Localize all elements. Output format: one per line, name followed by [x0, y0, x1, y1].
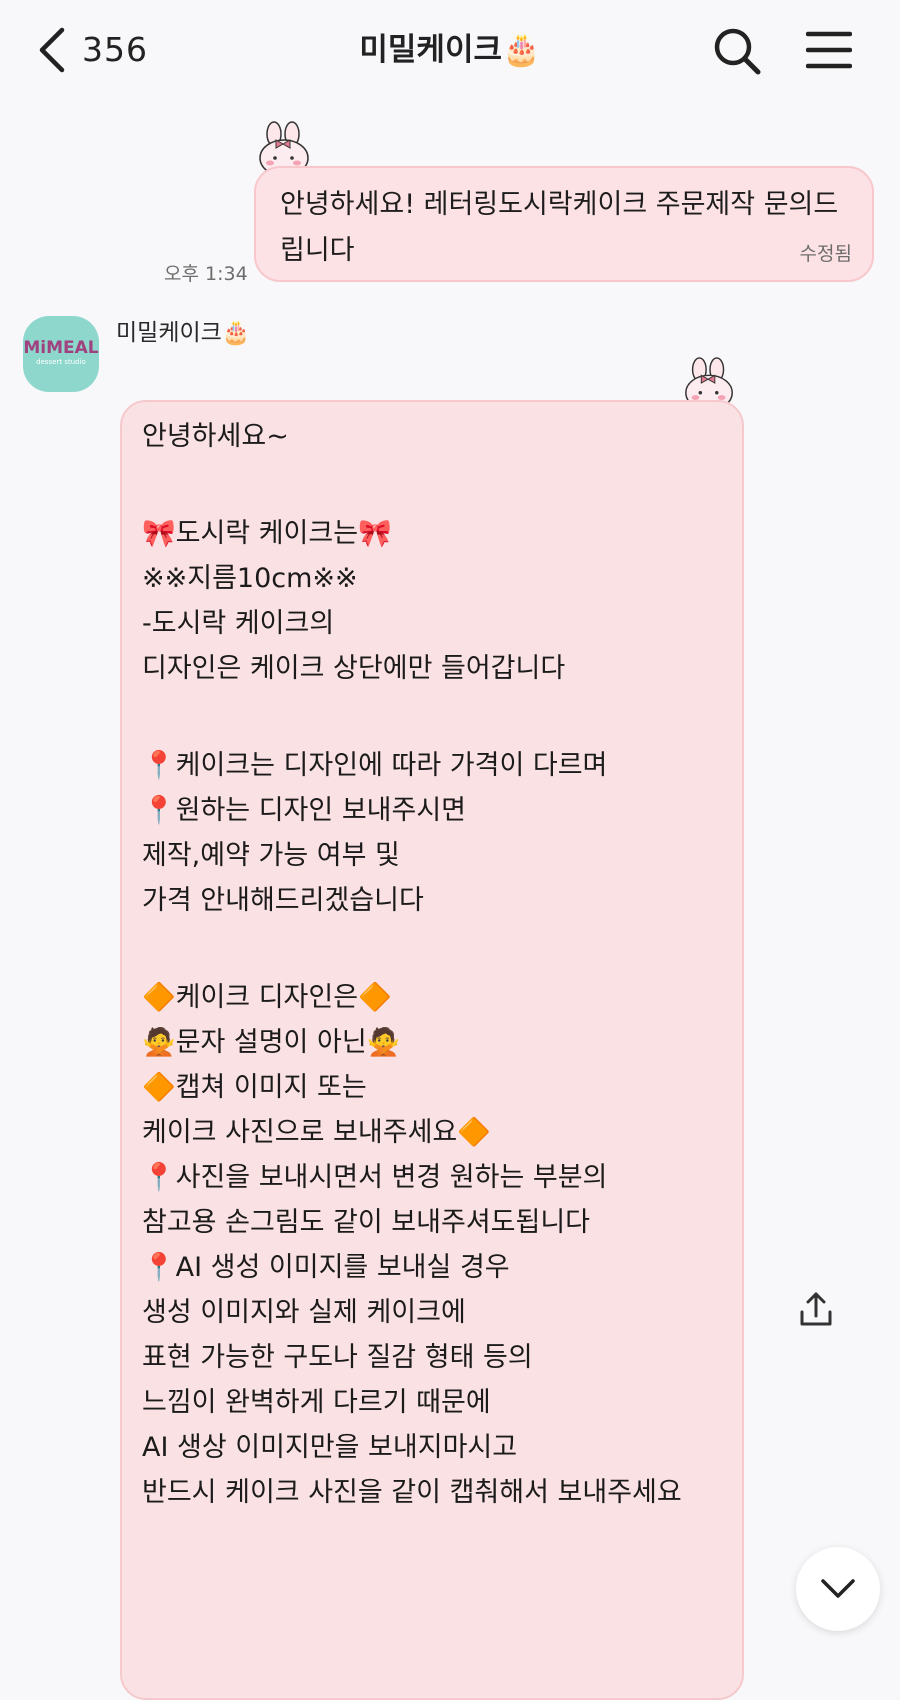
message-line: 가격 안내해드리겠습니다: [142, 885, 424, 916]
message-line: 📍원하는 디자인 보내주시면: [142, 795, 467, 826]
edited-label: 수정됨: [799, 243, 852, 265]
message-line-spacer: [142, 923, 742, 975]
message-line: 📍케이크는 디자인에 따라 가격이 다르며: [142, 750, 608, 781]
message-line: 느낌이 완벽하게 다르기 때문에: [142, 1387, 491, 1418]
message-line: 디자인은 케이크 상단에만 들어갑니다: [142, 653, 566, 684]
avatar[interactable]: MiMEAL dessert studio: [23, 316, 99, 392]
message-line-spacer: [142, 691, 742, 743]
message-line: 참고용 손그림도 같이 보내주셔도됩니다: [142, 1207, 591, 1238]
message-line: 생성 이미지와 실제 케이크에: [142, 1297, 466, 1328]
message-line: -도시락 케이크의: [142, 608, 335, 639]
chevron-down-icon: [821, 1579, 855, 1598]
outgoing-message-bubble[interactable]: 안녕하세요! 레터링도시락케이크 주문제작 문의드립니다 수정됨: [254, 166, 874, 282]
avatar-logo: MiMEAL: [23, 338, 99, 358]
avatar-subtitle: dessert studio: [36, 358, 86, 366]
message-line: ※※지름10cm※※: [142, 563, 358, 594]
message-line: 표현 가능한 구도나 질감 형태 등의: [142, 1342, 533, 1373]
message-time: 오후 1:34: [164, 263, 248, 285]
message-line: 🔶케이크 디자인은🔶: [142, 982, 392, 1013]
incoming-message-bubble[interactable]: 안녕하세요~ 🎀도시락 케이크는🎀 ※※지름10cm※※ -도시락 케이크의 디…: [120, 400, 744, 1700]
message-line: 반드시 케이크 사진을 같이 캡춰해서 보내주세요: [142, 1477, 682, 1508]
message-line: AI 생상 이미지만을 보내지마시고: [142, 1432, 518, 1463]
scroll-to-bottom-button[interactable]: [796, 1547, 880, 1631]
chat-title: 미밀케이크🎂: [359, 32, 541, 68]
message-line: 🎀도시락 케이크는🎀: [142, 518, 392, 549]
message-line: 제작,예약 가능 여부 및: [142, 840, 400, 871]
outgoing-message-text: 안녕하세요! 레터링도시락케이크 주문제작 문의드립니다: [280, 189, 839, 266]
message-line: 안녕하세요~: [142, 421, 289, 452]
sender-name: 미밀케이크🎂: [116, 320, 251, 346]
menu-icon[interactable]: [806, 28, 852, 72]
message-line-spacer: [142, 459, 742, 511]
incoming-message-text: 안녕하세요~ 🎀도시락 케이크는🎀 ※※지름10cm※※ -도시락 케이크의 디…: [142, 414, 742, 1515]
share-icon[interactable]: [796, 1290, 836, 1330]
message-line: 케이크 사진으로 보내주세요🔶: [142, 1117, 491, 1148]
message-line: 🙅문자 설명이 아닌🙅: [142, 1027, 401, 1058]
message-line: 📍사진을 보내시면서 변경 원하는 부분의: [142, 1162, 608, 1193]
message-line: 🔶캡쳐 이미지 또는: [142, 1072, 367, 1103]
chat-header: 356 미밀케이크🎂: [0, 0, 900, 100]
message-line: 📍AI 생성 이미지를 보내실 경우: [142, 1252, 510, 1283]
search-icon[interactable]: [712, 26, 762, 76]
